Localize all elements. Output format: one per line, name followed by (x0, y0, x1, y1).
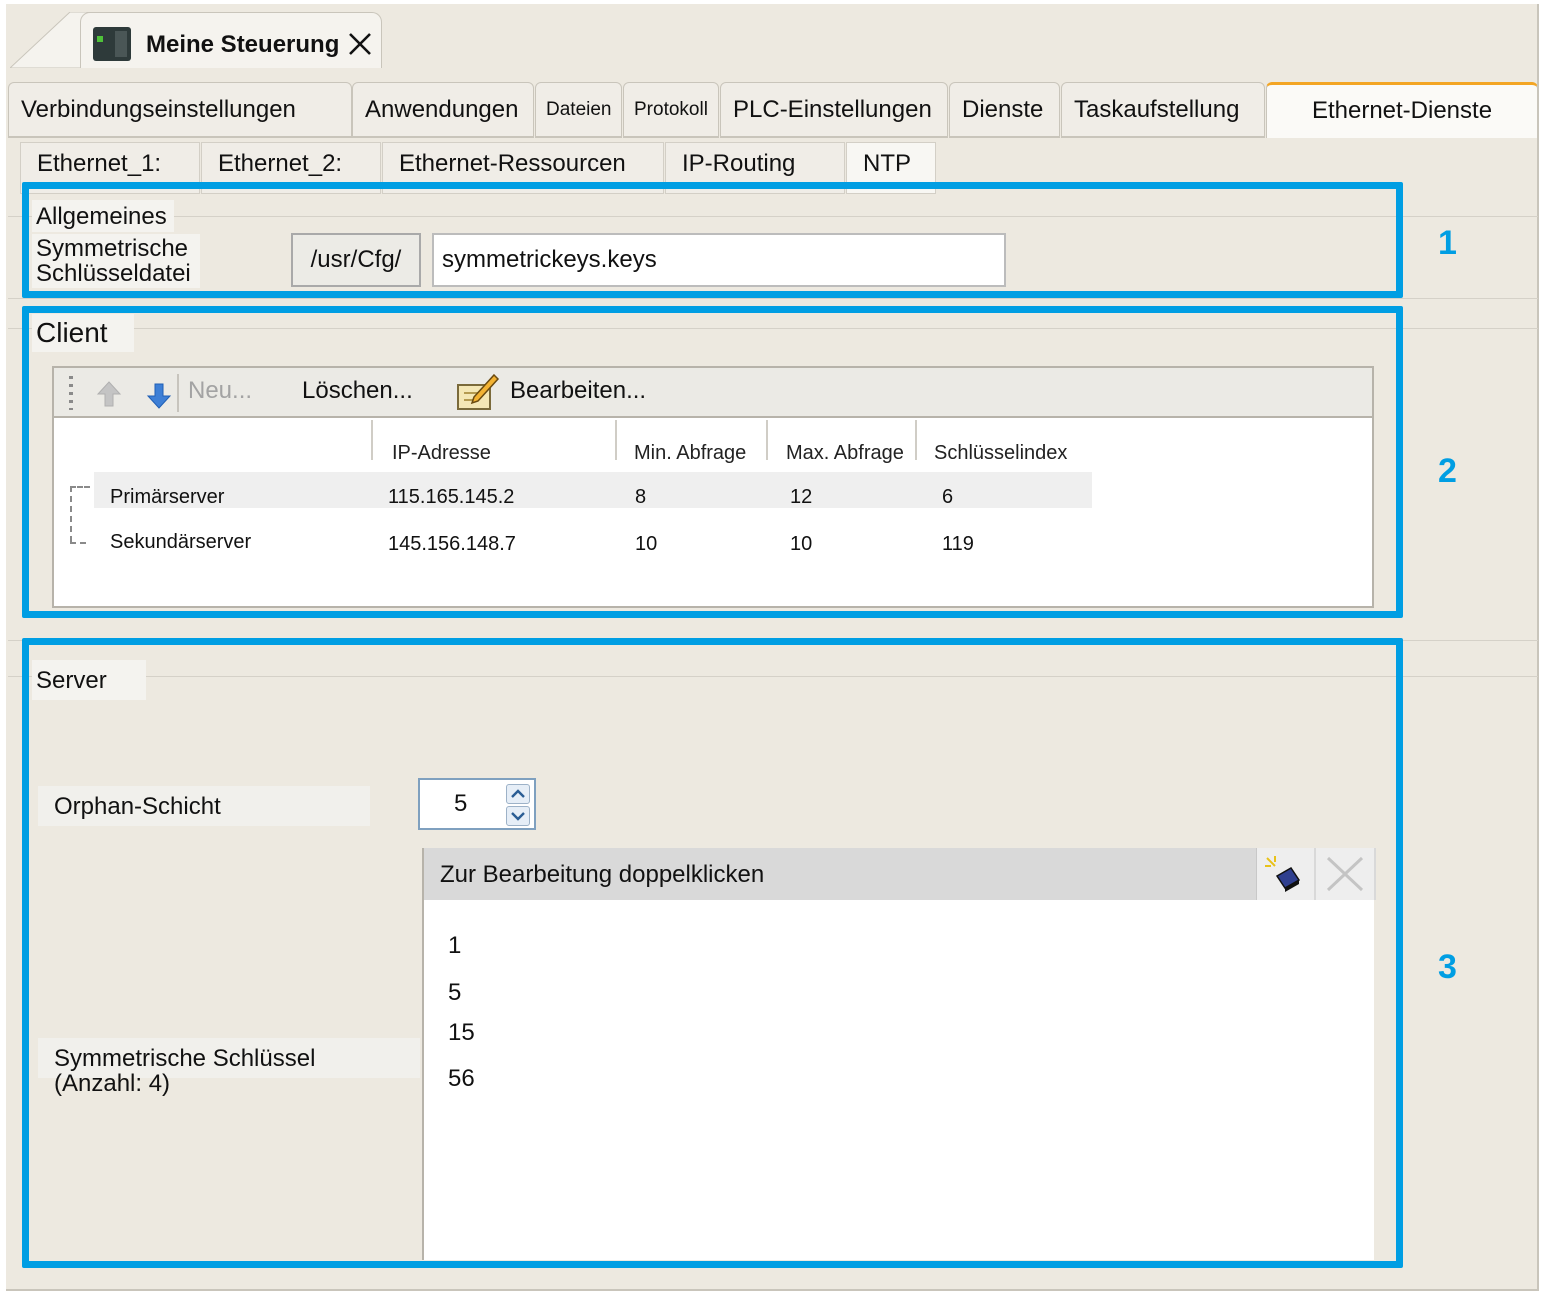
callout-number-2: 2 (1438, 452, 1457, 490)
tab-taskaufstellung[interactable]: Taskaufstellung (1061, 82, 1265, 138)
highlight-box-2 (22, 306, 1403, 618)
document-title: Meine Steuerung (146, 31, 340, 58)
tab-verbindungseinstellungen[interactable]: Verbindungseinstellungen (8, 82, 352, 138)
tab-ethernet-dienste[interactable]: Ethernet-Dienste (1266, 82, 1538, 138)
tab-dienste[interactable]: Dienste (949, 82, 1060, 138)
callout-number-3: 3 (1438, 948, 1457, 986)
highlight-box-1 (22, 182, 1403, 298)
group-line-general-end (8, 298, 1538, 299)
document-tab[interactable]: Meine Steuerung (80, 12, 382, 68)
tab-plc-einstellungen[interactable]: PLC-Einstellungen (720, 82, 948, 138)
close-icon[interactable] (347, 31, 373, 57)
tab-anwendungen[interactable]: Anwendungen (352, 82, 534, 138)
callout-number-1: 1 (1438, 224, 1457, 262)
tab-dateien[interactable]: Dateien (535, 82, 622, 138)
highlight-box-3 (22, 638, 1403, 1268)
controller-icon (93, 27, 131, 61)
tab-protokoll[interactable]: Protokoll (623, 82, 719, 138)
